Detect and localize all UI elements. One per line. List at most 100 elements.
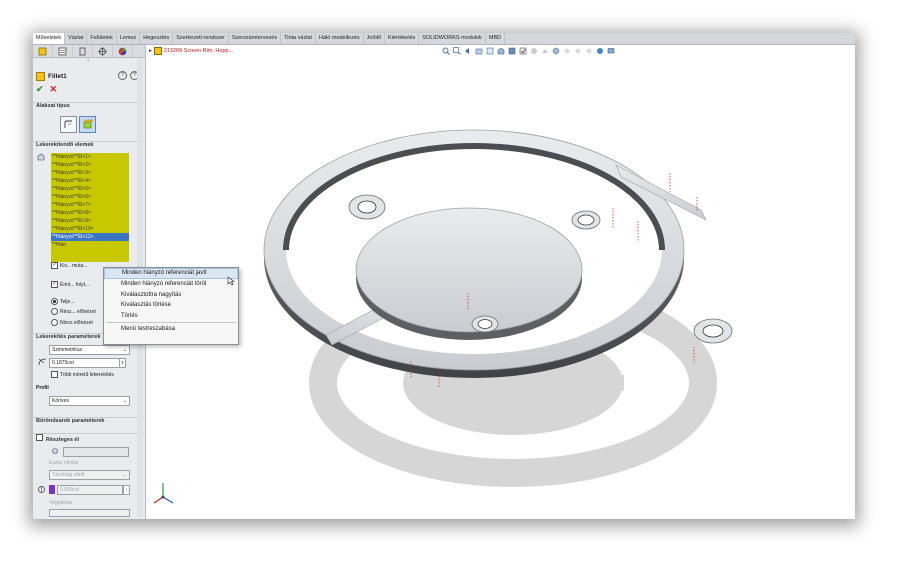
menu-divider [106, 322, 236, 323]
section-items-to-fillet[interactable]: Lekerekítendő elemek⌃ [33, 141, 144, 151]
section-fillet-type[interactable]: Alakzat típus⌃ [33, 102, 144, 112]
help-icon[interactable]: ? [118, 71, 127, 80]
list-item[interactable]: **Hiányzó**Él<2> [51, 161, 129, 169]
tab-sketch[interactable]: Vázlat [65, 33, 88, 44]
offset-distance-input[interactable]: 0.000col [57, 485, 123, 495]
partial-preview-label: Rész... előnézet [60, 308, 96, 315]
list-item[interactable]: **Hiányzó**Él<7> [51, 201, 129, 209]
multi-radius-checkbox[interactable] [51, 371, 58, 378]
offset-select-value: Távolság eltolt [52, 472, 85, 478]
customize-menu-item[interactable]: Menü testreszabása [104, 324, 238, 335]
section-setback-label: Böröndsarok paraméterek [36, 418, 105, 424]
tab-surfaces[interactable]: Felületek [87, 33, 117, 44]
constant-size-fillet-button[interactable] [60, 116, 77, 133]
section-params-label: Lekerekítés paraméterek [36, 334, 101, 340]
mouse-cursor-icon [227, 276, 235, 288]
property-manager-icon[interactable] [53, 45, 73, 57]
zoom-to-selection-item[interactable]: Kiválasztottra nagyítás [104, 290, 238, 301]
full-round-fillet-button[interactable] [79, 116, 96, 133]
profile-select[interactable]: Köríves ⌄ [49, 396, 130, 406]
feature-title: Fillet1 [36, 72, 67, 81]
delete-item[interactable]: Törlés [104, 311, 238, 322]
tab-evaluate[interactable]: Kiértékelés [385, 33, 420, 44]
tab-mold-tools[interactable]: Szerszámtervezés [229, 33, 282, 44]
tangent-propagation-option[interactable]: ✓ Érint... folyt... [51, 281, 89, 288]
list-item[interactable]: **Hiányzó**Él<5> [51, 185, 129, 193]
partial-edge-selection[interactable] [63, 447, 129, 457]
clear-selections-item[interactable]: Kiválasztás törlése [104, 300, 238, 311]
chevron-down-icon: ⌄ [122, 347, 127, 353]
display-manager-icon[interactable] [113, 45, 133, 57]
color-swatch [49, 485, 55, 494]
radius-stepper[interactable]: ⇕ [119, 358, 126, 368]
profile-label: Profil [36, 385, 49, 391]
edge-selection-icon [37, 153, 45, 163]
show-callout-label: Kiv... muta... [60, 262, 88, 269]
offset-label: Eszöz eltolás [49, 460, 79, 466]
feature-manager-icon[interactable] [33, 45, 53, 57]
tab-ink-sketch[interactable]: Tinta vázlat [281, 33, 316, 44]
list-item[interactable]: **Hiányzó**Él<10> [51, 225, 129, 233]
partial-edge-checkbox[interactable] [36, 434, 43, 441]
show-callout-checkbox[interactable]: ✓ [51, 262, 58, 269]
section-setback[interactable]: Böröndsarok paraméterek⌄ [33, 417, 144, 427]
app-window: Műveletek Vázlat Felületek Lemez Hegeszt… [33, 33, 855, 519]
symmetric-select[interactable]: Szimmetrikus ⌄ [49, 345, 130, 355]
cancel-button[interactable]: ✕ [50, 84, 58, 95]
tab-structure-system[interactable]: Szerkezeti rendszer [173, 33, 229, 44]
symmetric-value: Szimmetrikus [52, 347, 83, 353]
no-preview-label: Nincs előnézet [60, 319, 93, 326]
partial-preview-option[interactable]: Rész... előnézet [51, 308, 96, 315]
no-preview-radio[interactable] [51, 319, 58, 326]
context-menu: Minden hiányzó referenciát javít Minden … [103, 267, 239, 345]
show-callout-option[interactable]: ✓ Kiv... muta... [51, 262, 87, 269]
radius-value: 0.1875col [52, 360, 74, 366]
full-preview-label: Telje... [60, 298, 75, 305]
end-offset-label: Végeltolás [49, 500, 73, 506]
delete-all-missing-references-item[interactable]: Minden hiányzó referenciát töröl [104, 279, 238, 290]
fillet-feature-icon [36, 72, 45, 81]
offset-distance-icon [37, 485, 46, 496]
multi-radius-option[interactable]: Több méretű lekerekítés [51, 371, 114, 378]
dimxpert-icon[interactable] [93, 45, 113, 57]
graphics-area[interactable]: ▸ 313269 Screen Rim, Hopp... [146, 45, 855, 519]
missing-items-list[interactable]: **Hiányzó**Él<1> **Hiányzó**Él<2> **Hián… [51, 153, 129, 262]
tab-sheet-metal[interactable]: Lemez [117, 33, 141, 44]
list-item[interactable]: **Hián [51, 241, 129, 249]
command-tabs: Műveletek Vázlat Felületek Lemez Hegeszt… [33, 33, 855, 45]
tab-weldments[interactable]: Hegesztés [140, 33, 174, 44]
chevron-down-icon: ⌄ [122, 398, 127, 404]
list-item[interactable]: **Hiányzó**Él<8> [51, 209, 129, 217]
ok-button[interactable]: ✔ [36, 84, 44, 95]
section-partial-edge[interactable]: Részleges él⌃ [33, 433, 144, 443]
offset-distance-value: 0.000col [60, 487, 79, 493]
list-item[interactable]: **Hiányzó**Él<1> [51, 153, 129, 161]
section-partial-label: Részleges él [46, 437, 80, 443]
tab-mesh-modeling[interactable]: Háló modellezés [316, 33, 364, 44]
list-item[interactable]: **Hiányzó**Él<6> [51, 193, 129, 201]
list-item-selected[interactable]: **Hiányzó**Él<11> [51, 233, 129, 241]
end-offset-select[interactable] [49, 509, 130, 517]
fix-all-missing-references-item[interactable]: Minden hiányzó referenciát javít [104, 268, 238, 279]
full-preview-radio[interactable] [51, 298, 58, 305]
configuration-manager-icon[interactable] [73, 45, 93, 57]
list-item[interactable]: **Hiányzó**Él<4> [51, 177, 129, 185]
radius-input[interactable]: 0.1875col [49, 358, 121, 368]
no-preview-option[interactable]: Nincs előnézet [51, 319, 93, 326]
multi-radius-label: Több méretű lekerekítés [60, 371, 114, 378]
tab-mbd[interactable]: MBD [486, 33, 506, 44]
full-preview-option[interactable]: Telje... [51, 298, 74, 305]
section-fillet-type-label: Alakzat típus [36, 103, 70, 109]
partial-preview-radio[interactable] [51, 308, 58, 315]
tab-markup[interactable]: Jelölő [364, 33, 386, 44]
tab-features[interactable]: Műveletek [33, 33, 66, 44]
model-view[interactable] [146, 45, 855, 519]
vertex-icon [51, 447, 59, 457]
tab-addins[interactable]: SOLIDWORKS modulok [419, 33, 486, 44]
offset-stepper[interactable]: ⇕ [123, 485, 130, 495]
offset-select[interactable]: Távolság eltolt ⌄ [49, 470, 130, 480]
list-item[interactable]: **Hiányzó**Él<3> [51, 169, 129, 177]
tangent-checkbox[interactable]: ✓ [51, 281, 58, 288]
list-item[interactable]: **Hiányzó**Él<9> [51, 217, 129, 225]
chevron-down-icon: ⌄ [122, 472, 127, 478]
